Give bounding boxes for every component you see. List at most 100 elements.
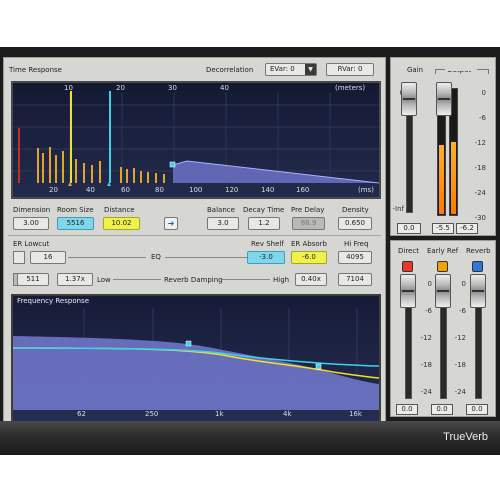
direct-mute-button[interactable] [402, 261, 413, 272]
output-scale-24: -24 [474, 189, 486, 197]
dimension-label: Dimension [13, 206, 51, 214]
reverb-mute-button[interactable] [472, 261, 483, 272]
link-arrow-button[interactable]: ➜ [164, 217, 178, 230]
time-response-graph[interactable]: 10 20 30 40 (meters) 20 40 60 80 100 120… [11, 81, 381, 199]
gain-readout: 0.0 [397, 223, 421, 234]
gain-output-panel: Gain Output 0 -Inf 0 -6 -12 -18 -24 -30 … [390, 57, 496, 236]
output-fader-handle[interactable] [436, 82, 452, 116]
plugin-window: Time Response Decorrelation EVar: 0 ▼ RV… [0, 47, 500, 455]
output-scale-6: -6 [479, 114, 486, 122]
room-size-field[interactable]: 5516 [57, 217, 94, 230]
main-panel: Time Response Decorrelation EVar: 0 ▼ RV… [3, 57, 386, 429]
er-absorb-label: ER Absorb [291, 240, 327, 248]
output-scale-18: -18 [474, 164, 486, 172]
hi-freq-field[interactable]: 4095 [338, 251, 372, 264]
freq-tick-62: 62 [77, 410, 86, 418]
pre-delay-label: Pre Delay [291, 206, 325, 214]
direct-label: Direct [398, 247, 419, 255]
decay-time-label: Decay Time [243, 206, 285, 214]
frequency-response-graph[interactable]: Frequency Response 62 250 1k 4k 16k [11, 294, 381, 424]
hi-freq-label: Hi Freq [344, 240, 369, 248]
rev-shelf-field[interactable]: -3.0 [247, 251, 285, 264]
mix-panel: Direct Early Ref Reverb 0 -6 -12 -18 -24… [390, 240, 496, 417]
distance-field[interactable]: 10.02 [103, 217, 140, 230]
er-marker-line [70, 91, 72, 183]
gain-fader-handle[interactable] [401, 82, 417, 116]
ms-tick-60: 60 [121, 186, 130, 194]
ms-tick-40: 40 [86, 186, 95, 194]
distance-marker-line [109, 91, 111, 183]
time-response-title: Time Response [9, 66, 62, 74]
ms-tick-120: 120 [225, 186, 239, 194]
chevron-down-icon: ▼ [305, 64, 316, 75]
early-ref-readout: 0.0 [431, 404, 453, 415]
reverb-readout: 0.0 [466, 404, 488, 415]
rev-shelf-handle [185, 340, 192, 347]
reverb-damping-label: Reverb Damping [164, 276, 223, 284]
high-label: High [273, 276, 290, 284]
ms-tick-100: 100 [189, 186, 203, 194]
balance-field[interactable]: 3.0 [207, 217, 239, 230]
early-ref-mute-button[interactable] [437, 261, 448, 272]
distance-label: Distance [104, 206, 135, 214]
low-label: Low [97, 276, 111, 284]
damping-low-q-field[interactable]: 1.37x [57, 273, 93, 286]
direct-readout: 0.0 [396, 404, 418, 415]
damping-high-freq-field[interactable]: 7104 [338, 273, 372, 286]
output-readout-left: -5.5 [432, 223, 454, 234]
meters-unit-label: (meters) [335, 84, 366, 92]
density-field[interactable]: 0.650 [338, 217, 372, 230]
ms-unit-label: (ms) [358, 186, 374, 194]
er-lowcut-field[interactable]: 16 [30, 251, 66, 264]
freq-tick-16k: 16k [349, 410, 362, 418]
product-name: TrueVerb [443, 431, 488, 443]
room-size-label: Room Size [57, 206, 94, 214]
reverb-fader-handle[interactable] [470, 274, 486, 308]
eq-label: EQ [151, 253, 161, 261]
mix-scale-12: -12 [420, 334, 432, 342]
reverb-label: Reverb [466, 247, 491, 255]
ms-tick-20: 20 [49, 186, 58, 194]
freq-response-title: Frequency Response [17, 297, 90, 305]
evar-dropdown[interactable]: EVar: 0 ▼ [265, 63, 317, 76]
damping-line-right [222, 279, 270, 280]
output-scale-30: -30 [474, 214, 486, 222]
evar-value: EVar: 0 [270, 65, 295, 73]
mix-scale-6b: -6 [459, 307, 466, 315]
mix-scale-24b: -24 [454, 388, 466, 396]
decay-time-field[interactable]: 1.2 [248, 217, 280, 230]
mix-scale-18: -18 [420, 361, 432, 369]
gain-scale-inf: -Inf [392, 205, 405, 213]
mix-scale-12b: -12 [454, 334, 466, 342]
ms-tick-140: 140 [261, 186, 275, 194]
output-scale-0: 0 [481, 89, 486, 97]
decay-start-handle [169, 161, 176, 168]
mix-scale-0b: 0 [461, 280, 466, 288]
damping-high-q-field[interactable]: 0.40x [295, 273, 327, 286]
gain-label: Gain [407, 66, 424, 74]
dimension-field[interactable]: 3.00 [13, 217, 49, 230]
meters-tick-10: 10 [64, 84, 73, 92]
pre-delay-field[interactable]: 88.9 [292, 217, 325, 230]
er-lowcut-toggle[interactable] [13, 251, 25, 264]
ms-tick-160: 160 [296, 186, 310, 194]
meters-tick-20: 20 [116, 84, 125, 92]
mix-scale-18b: -18 [454, 361, 466, 369]
ms-tick-80: 80 [155, 186, 164, 194]
rev-shelf-label: Rev Shelf [251, 240, 284, 248]
output-readout-right: -6.2 [456, 223, 478, 234]
rvar-field[interactable]: RVar: 0 [326, 63, 374, 76]
freq-tick-1k: 1k [215, 410, 224, 418]
balance-label: Balance [207, 206, 235, 214]
meters-tick-40: 40 [220, 84, 229, 92]
er-lowcut-label: ER Lowcut [13, 240, 50, 248]
damping-low-freq-field[interactable]: 511 [17, 273, 49, 286]
er-absorb-field[interactable]: -6.0 [291, 251, 327, 264]
decorrelation-label: Decorrelation [206, 66, 254, 74]
er-absorb-handle [315, 363, 322, 370]
eq-line-right [165, 257, 247, 258]
eq-line-left [68, 257, 146, 258]
output-bracket-gap [445, 67, 477, 71]
freq-tick-4k: 4k [283, 410, 292, 418]
freq-tick-250: 250 [145, 410, 159, 418]
